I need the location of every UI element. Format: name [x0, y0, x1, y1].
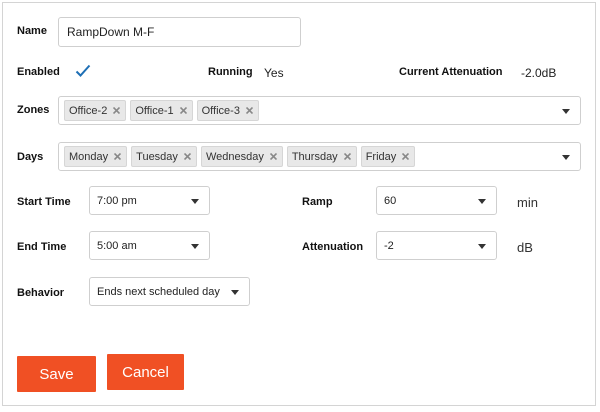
- check-icon: [75, 64, 91, 77]
- chevron-down-icon[interactable]: [562, 154, 570, 160]
- chevron-down-icon: [191, 198, 199, 204]
- attenuation-select[interactable]: -2: [376, 231, 497, 260]
- start-time-value: 7:00 pm: [97, 194, 137, 207]
- ramp-value: 60: [384, 194, 397, 207]
- chevron-down-icon[interactable]: [562, 108, 570, 114]
- attenuation-label: Attenuation: [302, 241, 364, 253]
- day-tag: Tuesday: [131, 146, 197, 167]
- enabled-label: Enabled: [17, 66, 60, 78]
- day-tag: Wednesday: [200, 146, 283, 167]
- day-tag: Thursday: [286, 146, 357, 167]
- end-time-label: End Time: [17, 241, 67, 253]
- ramp-label: Ramp: [302, 196, 333, 208]
- x-icon[interactable]: [269, 152, 278, 161]
- behavior-value: Ends next scheduled day: [97, 285, 220, 298]
- chevron-down-icon: [231, 289, 239, 295]
- start-time-select[interactable]: 7:00 pm: [89, 186, 210, 215]
- cancel-button[interactable]: Cancel: [107, 354, 184, 390]
- x-icon[interactable]: [113, 152, 122, 161]
- x-icon[interactable]: [401, 152, 410, 161]
- ramp-select[interactable]: 60: [376, 186, 497, 215]
- x-icon[interactable]: [183, 152, 192, 161]
- zone-tag-label: Office-3: [201, 104, 240, 117]
- day-tag: Monday: [64, 146, 128, 167]
- zones-multiselect[interactable]: Office-2 Office-1 Office-3: [58, 96, 581, 125]
- behavior-label: Behavior: [17, 287, 65, 299]
- zone-tag: Office-3: [196, 100, 259, 121]
- day-tag-label: Monday: [69, 150, 109, 163]
- zone-tag-label: Office-2: [69, 104, 108, 117]
- running-label: Running: [208, 66, 253, 78]
- days-label: Days: [17, 151, 44, 163]
- end-time-select[interactable]: 5:00 am: [89, 231, 210, 260]
- attenuation-value: -2: [384, 239, 394, 252]
- save-button[interactable]: Save: [17, 356, 96, 392]
- zones-label: Zones: [17, 104, 50, 116]
- end-time-value: 5:00 am: [97, 239, 137, 252]
- x-icon[interactable]: [245, 106, 254, 115]
- zone-tag: Office-2: [64, 100, 127, 121]
- day-tag: Friday: [360, 146, 416, 167]
- day-tag-label: Friday: [365, 150, 397, 163]
- behavior-select[interactable]: Ends next scheduled day: [89, 277, 250, 306]
- attenuation-unit: dB: [517, 240, 533, 255]
- start-time-label: Start Time: [17, 196, 71, 208]
- day-tag-label: Tuesday: [136, 150, 178, 163]
- zone-tag-label: Office-1: [135, 104, 174, 117]
- x-icon[interactable]: [112, 106, 121, 115]
- x-icon[interactable]: [343, 152, 352, 161]
- chevron-down-icon: [478, 198, 486, 204]
- x-icon[interactable]: [179, 106, 188, 115]
- day-tag-label: Thursday: [291, 150, 338, 163]
- running-value: Yes: [264, 66, 284, 80]
- name-label: Name: [17, 25, 47, 37]
- current-attenuation-value: -2.0dB: [521, 66, 557, 80]
- zone-tag: Office-1: [130, 100, 193, 121]
- enabled-checkbox[interactable]: [74, 62, 92, 80]
- chevron-down-icon: [478, 243, 486, 249]
- ramp-unit: min: [517, 195, 538, 210]
- current-attenuation-label: Current Attenuation: [399, 66, 503, 78]
- day-tag-label: Wednesday: [205, 150, 264, 163]
- chevron-down-icon: [191, 243, 199, 249]
- schedule-form: Name Enabled Running Yes Current Attenua…: [2, 2, 596, 406]
- days-multiselect[interactable]: Monday Tuesday Wednesday Thursday Friday: [58, 142, 581, 171]
- name-input[interactable]: [58, 17, 301, 47]
